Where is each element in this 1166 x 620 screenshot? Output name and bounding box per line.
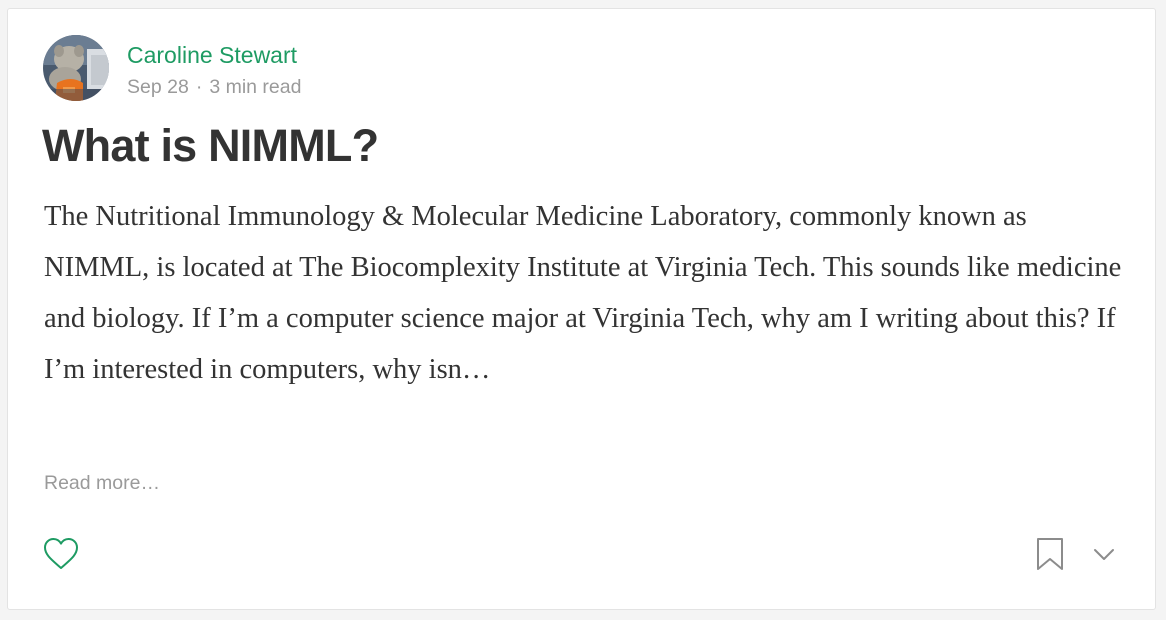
post-meta: Sep 28 · 3 min read bbox=[127, 73, 301, 101]
post-card: Caroline Stewart Sep 28 · 3 min read What … bbox=[7, 8, 1156, 610]
meta-separator: · bbox=[195, 76, 203, 98]
post-date[interactable]: Sep 28 bbox=[127, 76, 189, 98]
heart-icon[interactable] bbox=[43, 537, 79, 571]
chevron-down-icon[interactable] bbox=[1092, 545, 1116, 563]
read-more-link[interactable]: Read more… bbox=[44, 469, 160, 497]
post-title[interactable]: What is NIMML? bbox=[42, 116, 379, 176]
author-name[interactable]: Caroline Stewart bbox=[127, 39, 297, 71]
author-avatar[interactable] bbox=[43, 35, 109, 101]
avatar-photo-icon bbox=[43, 35, 109, 101]
post-excerpt[interactable]: The Nutritional Immunology & Molecular M… bbox=[44, 191, 1124, 395]
bookmark-icon[interactable] bbox=[1036, 537, 1064, 571]
read-time: 3 min read bbox=[209, 76, 302, 98]
